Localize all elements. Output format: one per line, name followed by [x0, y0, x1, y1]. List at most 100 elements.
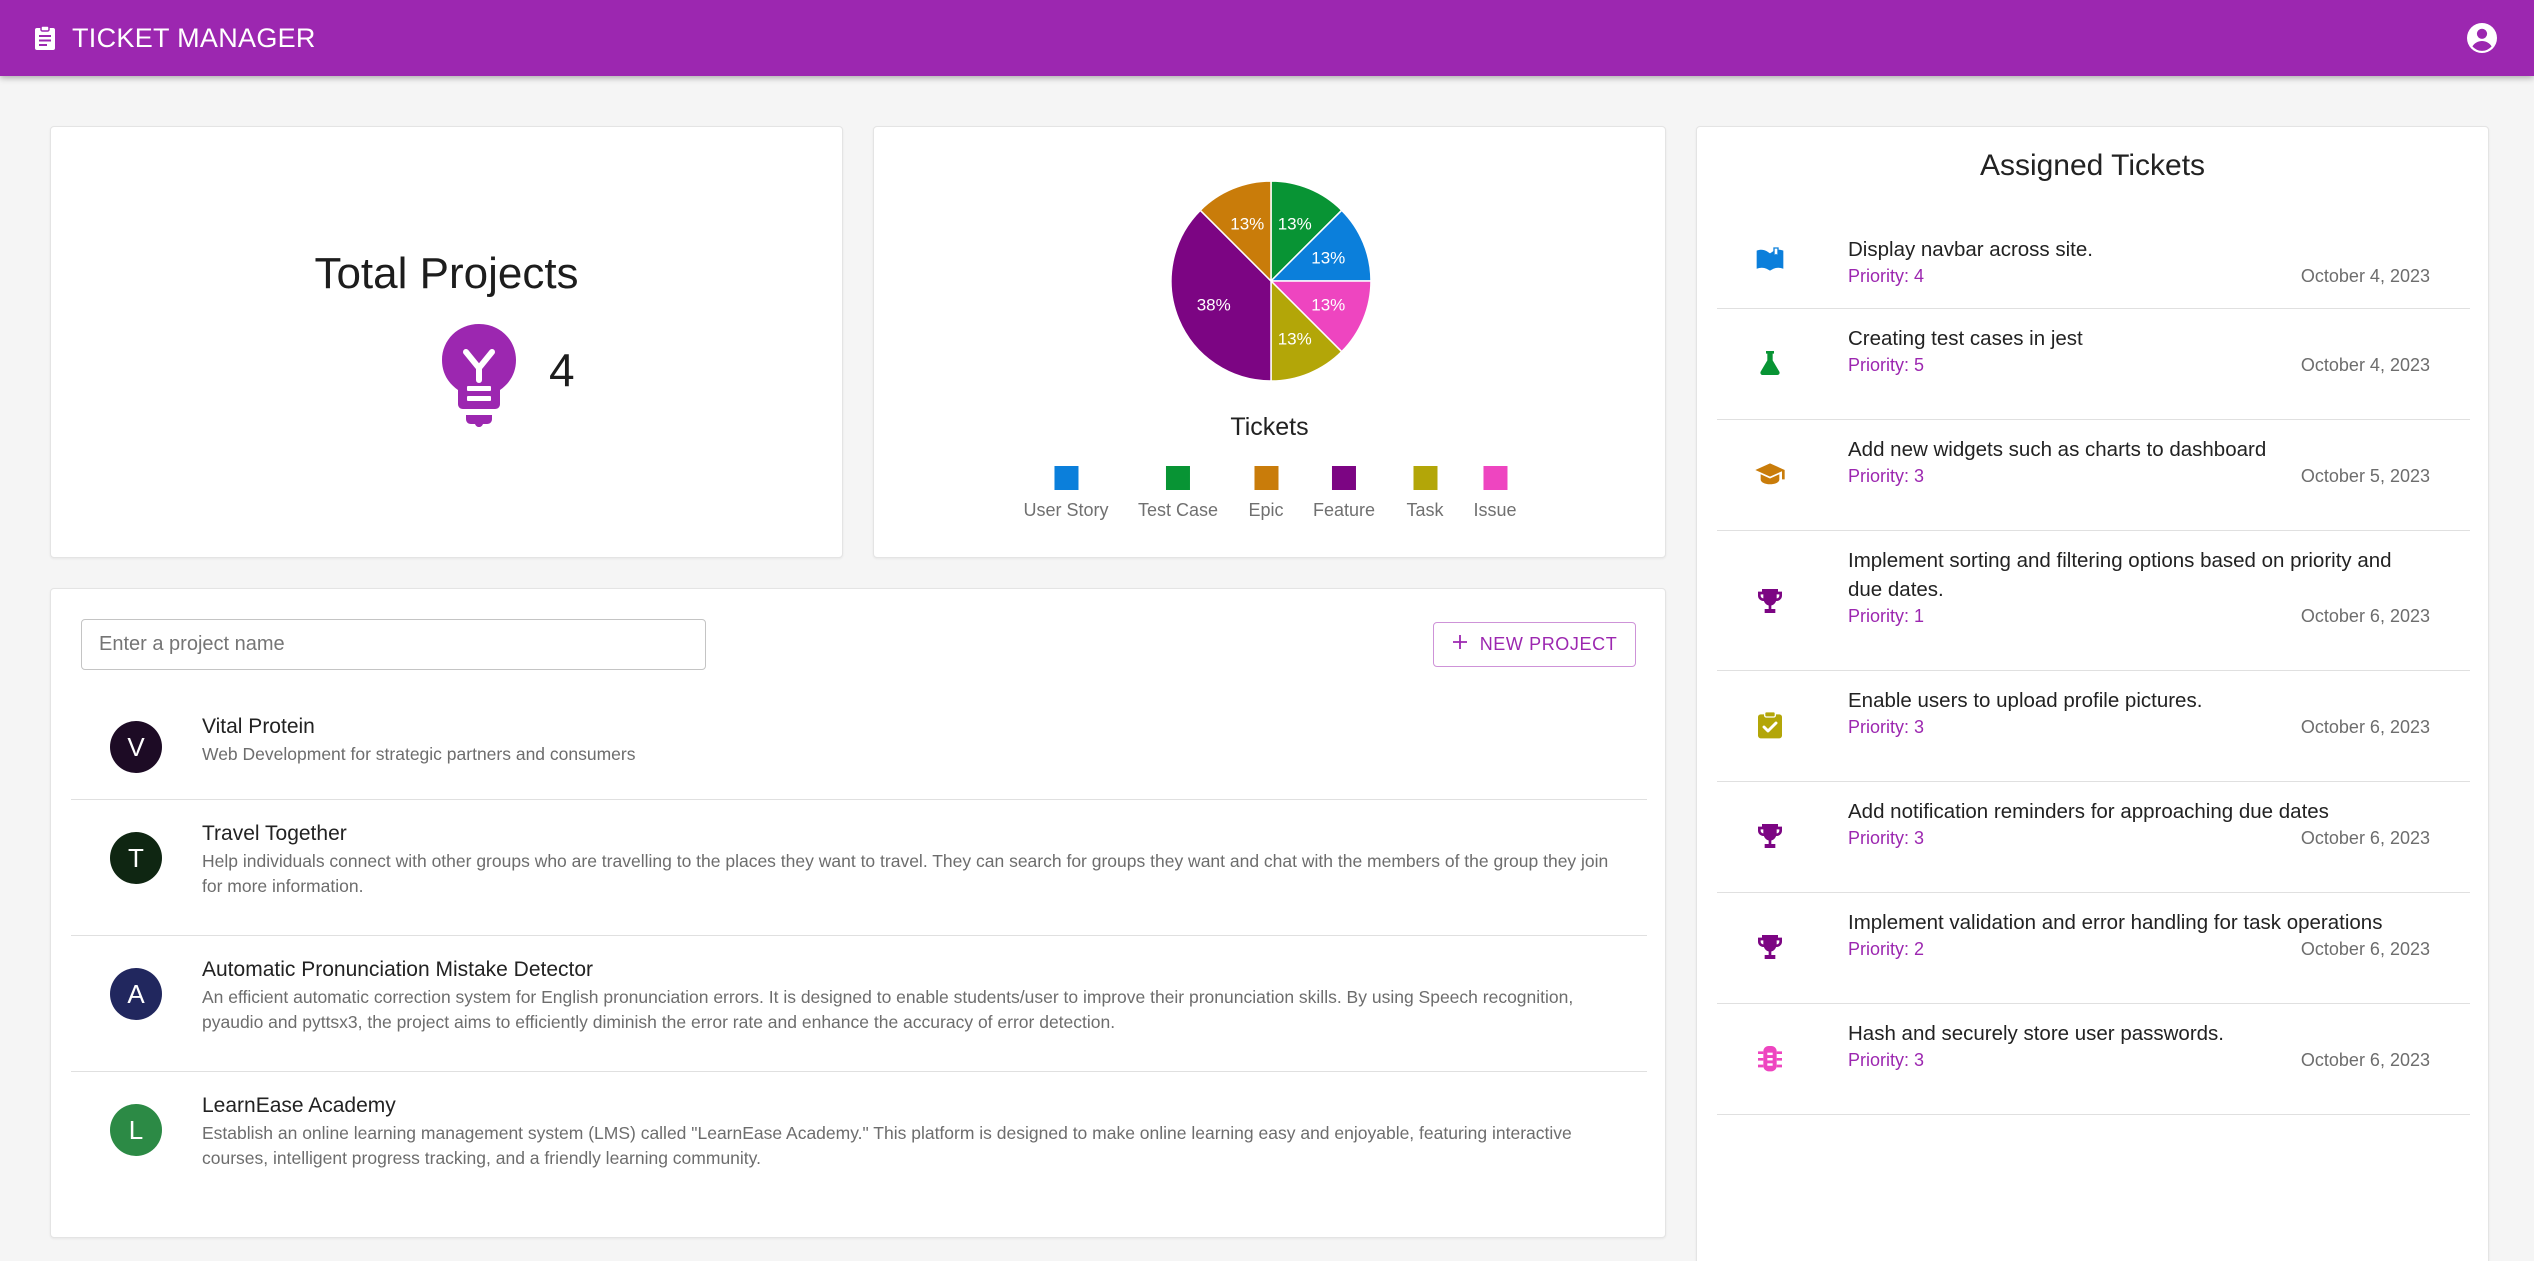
tickets-pie-chart: 13% 13% 13% 13% 38% 13% [1171, 181, 1371, 381]
legend-label: User Story [1023, 500, 1109, 520]
legend-label: Task [1406, 500, 1444, 520]
legend-item[interactable]: Epic [1248, 466, 1284, 521]
total-projects-count: 4 [549, 344, 575, 396]
ticket-date: October 6, 2023 [2300, 717, 2430, 737]
clipboard-icon [34, 25, 60, 51]
project-name: Travel Together [202, 822, 347, 845]
priority-value: 2 [1914, 939, 1925, 959]
legend-label: Epic [1248, 500, 1284, 520]
legend-swatch [1165, 466, 1190, 490]
pie-label: 13% [1311, 296, 1345, 315]
legend-swatch [1412, 466, 1437, 490]
ticket-priority: Priority: 3 [1848, 828, 1924, 849]
projects-card: NEW PROJECT V Vital Protein Web Developm… [50, 588, 1666, 1238]
legend-item[interactable]: Task [1406, 466, 1444, 521]
project-name: Automatic Pronunciation Mistake Detector [202, 958, 594, 981]
ticket-priority: Priority: 3 [1848, 717, 1924, 738]
ticket-priority: Priority: 1 [1848, 606, 1924, 627]
priority-value: 3 [1914, 828, 1925, 848]
priority-value: 3 [1914, 717, 1925, 737]
priority-label: Priority: [1848, 939, 1910, 959]
flask-icon [1754, 347, 1786, 379]
ticket-item[interactable]: Implement sorting and filtering options … [1717, 531, 2470, 670]
new-project-button[interactable]: NEW PROJECT [1433, 622, 1636, 667]
legend-item[interactable]: Feature [1313, 466, 1375, 521]
ticket-title: Creating test cases in jest [1848, 327, 2083, 350]
chart-title: Tickets [1230, 413, 1309, 441]
ticket-date: October 6, 2023 [2300, 828, 2430, 848]
legend-swatch [1331, 466, 1356, 490]
ticket-item[interactable]: Creating test cases in jest Priority: 5 … [1717, 309, 2470, 419]
app-bar: TICKET MANAGER [0, 0, 2534, 76]
clipboard-check-icon [1754, 709, 1786, 741]
legend-swatch [1253, 466, 1278, 490]
pie-label: 13% [1311, 248, 1345, 267]
project-item[interactable]: T Travel Together Help individuals conne… [71, 800, 1647, 935]
ticket-title: Implement sorting and filtering options … [1848, 549, 2392, 601]
ticket-item[interactable]: Display navbar across site. Priority: 4 … [1717, 223, 2470, 305]
priority-label: Priority: [1848, 466, 1910, 486]
ticket-priority: Priority: 3 [1848, 1050, 1924, 1071]
app-title: TICKET MANAGER [72, 22, 316, 53]
project-item[interactable]: A Automatic Pronunciation Mistake Detect… [71, 936, 1647, 1071]
project-description: Establish an online learning management … [202, 1123, 1572, 1168]
divider [1717, 1114, 2470, 1115]
assigned-tickets-heading: Assigned Tickets [1979, 149, 2206, 182]
graduation-cap-icon [1754, 458, 1786, 490]
legend-item[interactable]: Test Case [1138, 466, 1218, 521]
ticket-date: October 6, 2023 [2300, 939, 2430, 959]
ticket-title: Hash and securely store user passwords. [1848, 1022, 2225, 1045]
priority-value: 3 [1914, 1050, 1925, 1070]
chart-legend: User Story Test Case Epic Feature Task Issue [874, 466, 1665, 526]
project-item[interactable]: V Vital Protein Web Development for stra… [71, 684, 1647, 794]
ticket-priority: Priority: 2 [1848, 939, 1924, 960]
trophy-icon [1754, 820, 1786, 852]
legend-item[interactable]: Issue [1473, 466, 1517, 521]
pie-label: 38% [1197, 296, 1231, 315]
ticket-priority: Priority: 4 [1848, 266, 1924, 287]
priority-label: Priority: [1848, 1050, 1910, 1070]
new-project-label: NEW PROJECT [1479, 634, 1618, 654]
ticket-title: Add new widgets such as charts to dashbo… [1848, 438, 2267, 461]
priority-value: 1 [1914, 606, 1925, 626]
priority-label: Priority: [1848, 606, 1910, 626]
priority-value: 4 [1914, 266, 1925, 286]
ticket-date: October 5, 2023 [2300, 466, 2430, 486]
ticket-title: Add notification reminders for approachi… [1848, 800, 2329, 823]
ticket-item[interactable]: Enable users to upload profile pictures.… [1717, 671, 2470, 781]
avatar: A [110, 968, 162, 1020]
project-item[interactable]: L LearnEase Academy Establish an online … [71, 1072, 1647, 1207]
priority-label: Priority: [1848, 266, 1910, 286]
trophy-icon [1754, 585, 1786, 617]
project-search-input[interactable] [81, 619, 706, 670]
trophy-icon [1754, 931, 1786, 963]
priority-value: 3 [1914, 466, 1925, 486]
priority-label: Priority: [1848, 828, 1910, 848]
ticket-title: Display navbar across site. [1848, 238, 2093, 261]
ticket-date: October 6, 2023 [2300, 606, 2430, 626]
pie-label: 13% [1278, 329, 1312, 348]
account-icon[interactable] [2464, 20, 2500, 56]
pie-label: 13% [1278, 215, 1312, 234]
pie-label: 13% [1230, 215, 1264, 234]
ticket-date: October 4, 2023 [2300, 266, 2430, 286]
legend-label: Feature [1312, 500, 1376, 520]
priority-label: Priority: [1848, 717, 1910, 737]
ticket-date: October 6, 2023 [2300, 1050, 2430, 1070]
ticket-item[interactable]: Add notification reminders for approachi… [1717, 782, 2470, 892]
project-description: Help individuals connect with other grou… [202, 851, 1609, 896]
project-description: Web Development for strategic partners a… [202, 744, 636, 764]
legend-label: Test Case [1137, 500, 1219, 520]
tickets-chart-card: 13% 13% 13% 13% 38% 13% Tickets User Story Tes… [873, 126, 1666, 558]
total-projects-heading: Total Projects [314, 249, 579, 298]
ticket-item[interactable]: Hash and securely store user passwords. … [1717, 1004, 2470, 1114]
legend-swatch [1054, 466, 1078, 490]
avatar: L [110, 1104, 162, 1156]
priority-value: 5 [1914, 355, 1925, 375]
legend-item[interactable]: User Story [1023, 466, 1109, 521]
ticket-item[interactable]: Add new widgets such as charts to dashbo… [1717, 420, 2470, 530]
ticket-date: October 4, 2023 [2300, 355, 2430, 375]
avatar: T [110, 832, 162, 884]
project-name: LearnEase Academy [202, 1094, 396, 1117]
ticket-item[interactable]: Implement validation and error handling … [1717, 893, 2470, 1003]
